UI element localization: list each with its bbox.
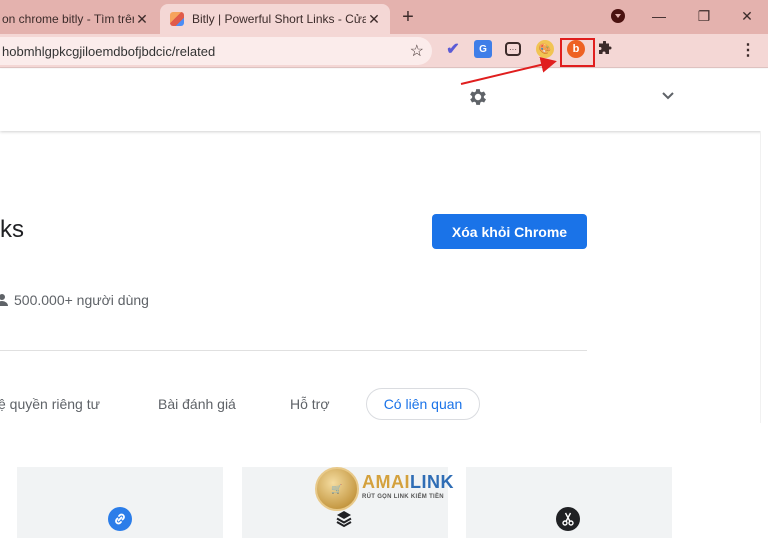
translate-extension-icon[interactable]: G xyxy=(474,40,492,58)
scissors-icon xyxy=(556,507,580,531)
bitly-favicon-icon xyxy=(170,12,184,26)
tab-title: on chrome bitly - Tìm trên xyxy=(2,12,134,26)
watermark-brand: AMAILINK xyxy=(362,472,454,492)
tab-privacy[interactable]: ệ quyền riêng tư xyxy=(0,388,100,420)
user-count-text: 500.000+ người dùng xyxy=(14,292,149,308)
address-bar[interactable]: hobmhlgpkcgjiloemdbofjbdcic/related ☆ xyxy=(0,37,432,65)
extensions-puzzle-icon[interactable] xyxy=(596,40,614,58)
profile-icon[interactable] xyxy=(611,9,625,23)
divider xyxy=(0,350,587,351)
chat-extension-icon[interactable]: ··· xyxy=(505,42,521,56)
tab-support[interactable]: Hỗ trợ xyxy=(290,388,330,420)
tab-related[interactable]: Có liên quan xyxy=(366,388,480,420)
browser-tab-search[interactable]: on chrome bitly - Tìm trên ✕ xyxy=(0,4,158,34)
watermark-tagline: RÚT GỌN LINK KIẾM TIỀN xyxy=(362,494,444,500)
highlight-box xyxy=(560,38,595,67)
close-icon[interactable]: ✕ xyxy=(366,11,382,27)
settings-gear-icon[interactable] xyxy=(467,86,489,108)
chevron-down-icon[interactable] xyxy=(661,91,675,101)
amailink-seal-logo: 🛒 xyxy=(315,467,359,511)
page-edge xyxy=(760,131,768,423)
close-window-button[interactable]: ✕ xyxy=(733,3,761,29)
check-extension-icon[interactable]: ✔ xyxy=(444,40,462,58)
extension-title: ks xyxy=(0,216,24,243)
user-count: 500.000+ người dùng xyxy=(0,292,149,308)
close-icon[interactable]: ✕ xyxy=(134,11,150,27)
browser-toolbar: hobmhlgpkcgjiloemdbofjbdcic/related ☆ xyxy=(0,34,768,68)
remove-from-chrome-button[interactable]: Xóa khỏi Chrome xyxy=(432,214,587,249)
user-icon xyxy=(0,294,8,306)
bookmark-star-icon[interactable]: ☆ xyxy=(410,41,424,61)
tab-strip: on chrome bitly - Tìm trên ✕ Bitly | Pow… xyxy=(0,0,768,34)
minimize-button[interactable]: — xyxy=(645,3,673,29)
link-icon xyxy=(108,507,132,531)
palette-extension-icon[interactable]: 🎨 xyxy=(536,40,554,58)
store-header xyxy=(0,69,768,131)
browser-tab-bitly[interactable]: Bitly | Powerful Short Links - Cửa ✕ xyxy=(160,4,390,34)
tab-title: Bitly | Powerful Short Links - Cửa xyxy=(192,12,366,26)
restore-button[interactable]: ❐ xyxy=(690,3,718,29)
browser-window: on chrome bitly - Tìm trên ✕ Bitly | Pow… xyxy=(0,0,768,538)
tab-reviews[interactable]: Bài đánh giá xyxy=(158,388,236,420)
menu-kebab-icon[interactable]: ⋮ xyxy=(740,40,756,60)
url-text: hobmhlgpkcgjiloemdbofjbdcic/related xyxy=(2,43,216,59)
new-tab-button[interactable]: + xyxy=(396,5,420,29)
